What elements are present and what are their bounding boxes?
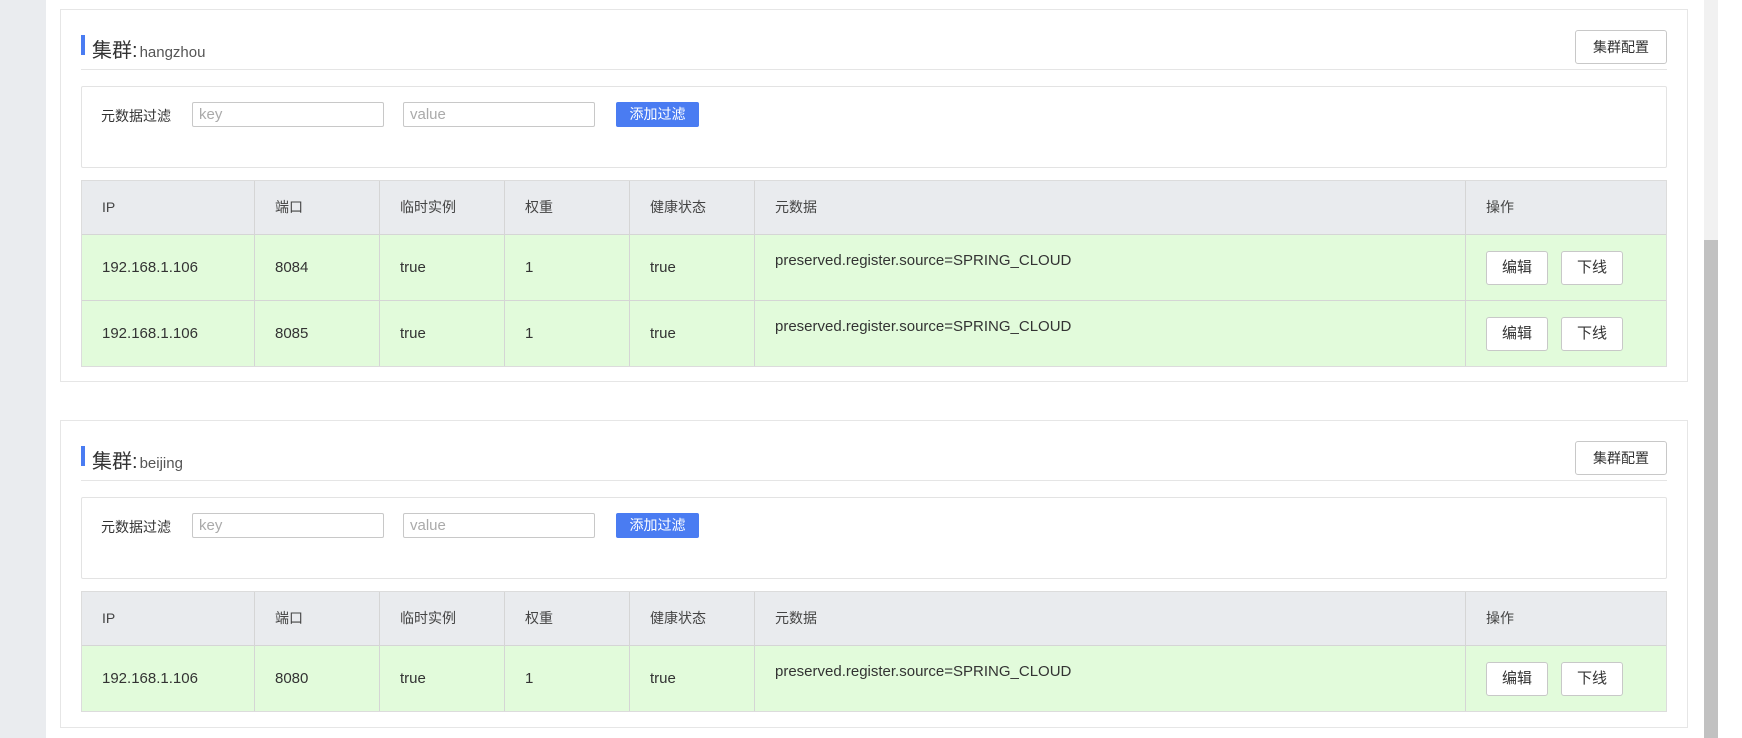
col-header-ephemeral: 临时实例: [380, 592, 505, 645]
cell-weight: 1: [505, 235, 630, 300]
col-header-actions: 操作: [1486, 610, 1514, 626]
cell-ephemeral: true: [380, 301, 505, 366]
cluster-card: 集群:hangzhou 集群配置 元数据过滤 添加过滤 IP 端口 临时实例 权…: [60, 9, 1688, 382]
cluster-title-prefix: 集群:: [92, 451, 138, 473]
cell-metadata: preserved.register.source=SPRING_CLOUD: [755, 301, 1466, 366]
filter-value-input[interactable]: [403, 513, 595, 538]
cluster-name: beijing: [139, 455, 183, 472]
cluster-card: 集群:beijing 集群配置 元数据过滤 添加过滤 IP 端口 临时实例 权重…: [60, 420, 1688, 728]
cell-ip: 192.168.1.106: [82, 646, 255, 711]
col-header-actions: 操作: [1486, 199, 1514, 215]
offline-button[interactable]: 下线: [1561, 251, 1623, 285]
cell-healthy: true: [630, 235, 755, 300]
filter-key-input[interactable]: [192, 513, 384, 538]
metadata-filter-panel: 元数据过滤 添加过滤: [81, 497, 1667, 579]
cluster-header: 集群: hangzhou 集群配置: [81, 10, 1667, 70]
left-gutter: [0, 0, 46, 738]
metadata-filter-label: 元数据过滤: [101, 519, 171, 535]
cluster-title: 集群: beijing: [92, 445, 183, 474]
cluster-header: 集群: beijing 集群配置: [81, 421, 1667, 481]
col-header-health: 健康状态: [630, 592, 755, 645]
metadata-filter-panel: 元数据过滤 添加过滤: [81, 86, 1667, 168]
col-header-port: 端口: [255, 592, 380, 645]
title-accent-bar: [81, 446, 85, 466]
cell-port: 8084: [255, 235, 380, 300]
col-header-ip: IP: [82, 181, 255, 234]
offline-button[interactable]: 下线: [1561, 317, 1623, 351]
table-row: 192.168.1.106 8084 true 1 true preserved…: [82, 234, 1666, 300]
cell-healthy: true: [630, 646, 755, 711]
filter-key-input[interactable]: [192, 102, 384, 127]
edit-button[interactable]: 编辑: [1486, 662, 1548, 696]
right-margin: [1718, 0, 1742, 738]
instance-table: IP 端口 临时实例 权重 健康状态 元数据 操作 192.168.1.106 …: [81, 591, 1667, 712]
col-header-ephemeral: 临时实例: [380, 181, 505, 234]
col-header-health: 健康状态: [630, 181, 755, 234]
cluster-title: 集群: hangzhou: [92, 34, 205, 63]
col-header-weight: 权重: [505, 592, 630, 645]
cell-metadata: preserved.register.source=SPRING_CLOUD: [755, 235, 1466, 300]
cell-weight: 1: [505, 301, 630, 366]
cell-ephemeral: true: [380, 235, 505, 300]
table-header-row: IP 端口 临时实例 权重 健康状态 元数据 操作: [82, 181, 1666, 234]
table-row: 192.168.1.106 8080 true 1 true preserved…: [82, 645, 1666, 711]
table-header-row: IP 端口 临时实例 权重 健康状态 元数据 操作: [82, 592, 1666, 645]
cell-ip: 192.168.1.106: [82, 301, 255, 366]
col-header-metadata: 元数据: [755, 181, 1466, 234]
cell-actions: 编辑 下线: [1466, 646, 1666, 711]
cell-healthy: true: [630, 301, 755, 366]
offline-button[interactable]: 下线: [1561, 662, 1623, 696]
cluster-config-button[interactable]: 集群配置: [1575, 441, 1667, 475]
col-header-port: 端口: [255, 181, 380, 234]
metadata-filter-label: 元数据过滤: [101, 108, 171, 124]
col-header-weight: 权重: [505, 181, 630, 234]
cell-actions: 编辑 下线: [1466, 235, 1666, 300]
add-filter-button[interactable]: 添加过滤: [616, 513, 699, 538]
table-row: 192.168.1.106 8085 true 1 true preserved…: [82, 300, 1666, 366]
cell-actions: 编辑 下线: [1466, 301, 1666, 366]
cell-ephemeral: true: [380, 646, 505, 711]
edit-button[interactable]: 编辑: [1486, 317, 1548, 351]
cluster-config-button[interactable]: 集群配置: [1575, 30, 1667, 64]
col-header-ip: IP: [82, 592, 255, 645]
cluster-name: hangzhou: [139, 44, 206, 61]
cell-metadata: preserved.register.source=SPRING_CLOUD: [755, 646, 1466, 711]
cell-port: 8080: [255, 646, 380, 711]
filter-value-input[interactable]: [403, 102, 595, 127]
cell-weight: 1: [505, 646, 630, 711]
scrollbar-thumb[interactable]: [1704, 240, 1718, 738]
add-filter-button[interactable]: 添加过滤: [616, 102, 699, 127]
cell-port: 8085: [255, 301, 380, 366]
cell-ip: 192.168.1.106: [82, 235, 255, 300]
instance-table: IP 端口 临时实例 权重 健康状态 元数据 操作 192.168.1.106 …: [81, 180, 1667, 367]
col-header-metadata: 元数据: [755, 592, 1466, 645]
edit-button[interactable]: 编辑: [1486, 251, 1548, 285]
cluster-title-prefix: 集群:: [92, 40, 138, 62]
title-accent-bar: [81, 35, 85, 55]
